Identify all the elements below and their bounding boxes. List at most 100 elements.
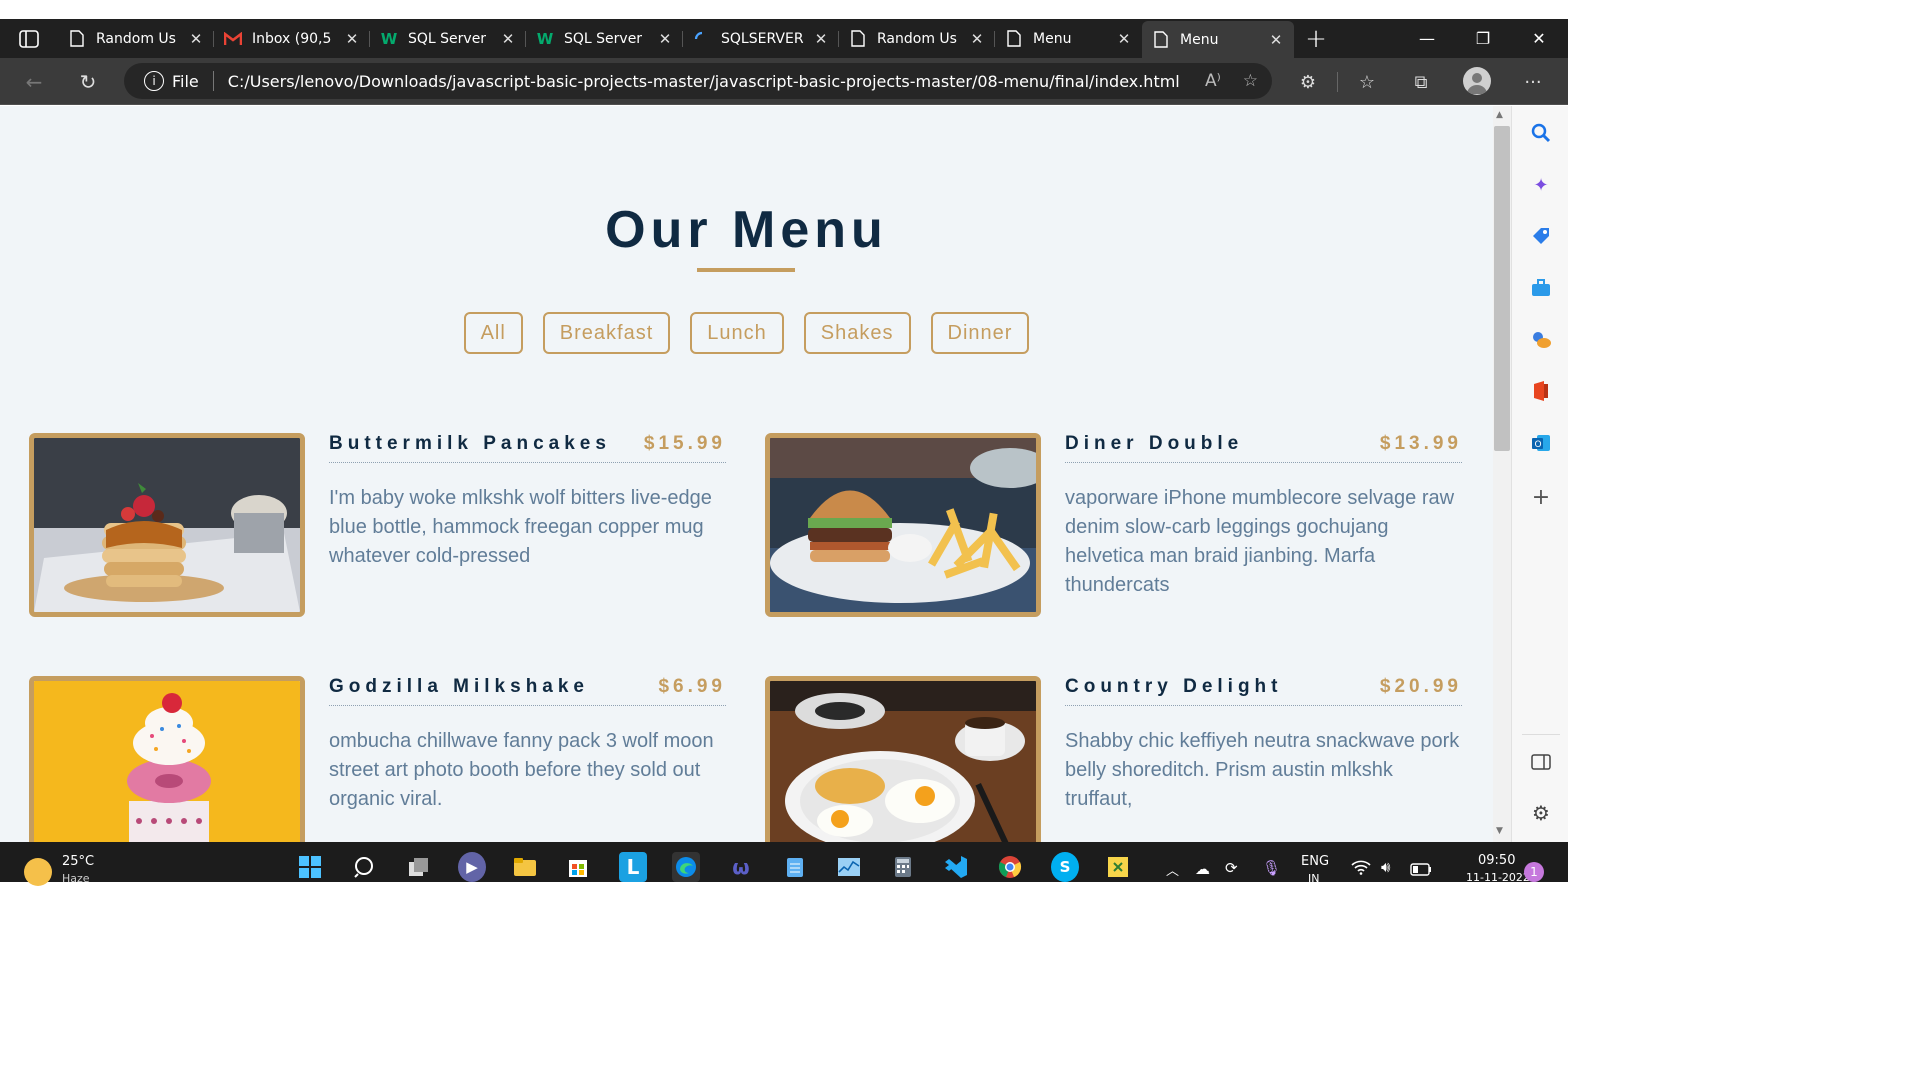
search-taskbar-icon[interactable] <box>351 852 379 882</box>
page-icon <box>1005 30 1023 48</box>
sync-icon[interactable]: ⟳ <box>1225 859 1238 877</box>
favorites-icon[interactable]: ☆ <box>1354 69 1380 95</box>
read-aloud-icon[interactable]: A⁾ <box>1205 71 1221 91</box>
filter-dinner-button[interactable]: Dinner <box>930 312 1030 354</box>
scrollbar-thumb[interactable] <box>1494 126 1510 451</box>
page-icon <box>68 30 86 48</box>
calculator-icon[interactable] <box>889 852 917 882</box>
discover-icon[interactable]: ✦ <box>1528 172 1554 198</box>
filter-breakfast-button[interactable]: Breakfast <box>542 312 671 354</box>
menu-item-info: Diner Double $13.99 vaporware iPhone mum… <box>1065 433 1462 600</box>
tab-label: Inbox (90,5 <box>252 30 332 47</box>
clock-time[interactable]: 09:50 <box>1478 853 1515 868</box>
breakfast-plate-photo <box>765 676 1041 842</box>
shopping-tag-icon[interactable] <box>1528 223 1554 249</box>
menu-item-name: Country Delight <box>1065 676 1283 697</box>
sticky-notes-icon[interactable] <box>1104 852 1132 882</box>
add-favorite-icon[interactable]: ☆ <box>1243 71 1258 91</box>
menu-item-name: Buttermilk Pancakes <box>329 433 611 454</box>
wifi-icon[interactable] <box>1351 859 1371 879</box>
edge-browser-icon[interactable] <box>672 852 700 882</box>
notepad-icon[interactable] <box>781 852 809 882</box>
tab-sql-server-1[interactable]: W SQL Server ✕ <box>370 19 526 58</box>
search-icon[interactable] <box>1528 120 1554 146</box>
menu-item-header: Diner Double $13.99 <box>1065 433 1462 463</box>
extensions-icon[interactable]: ⚙ <box>1295 69 1321 95</box>
task-view-icon[interactable] <box>405 852 433 882</box>
scheme-label: File <box>172 71 199 91</box>
volume-icon[interactable]: 🔊︎ <box>1381 858 1390 876</box>
filter-lunch-button[interactable]: Lunch <box>690 312 784 354</box>
address-bar[interactable]: i File C:/Users/lenovo/Downloads/javascr… <box>124 63 1272 99</box>
page-viewport: Our Menu All Breakfast Lunch Shakes Dinn… <box>0 106 1493 842</box>
weather-icon[interactable] <box>24 858 52 886</box>
tab-label: Menu <box>1033 30 1072 47</box>
task-manager-icon[interactable] <box>835 852 863 882</box>
tab-random-users-2[interactable]: Random Us ✕ <box>839 19 995 58</box>
menu-item: Godzilla Milkshake $6.99 ombucha chillwa… <box>29 676 729 842</box>
filter-all-button[interactable]: All <box>463 312 523 354</box>
clock-date[interactable]: 11-11-2022 <box>1466 871 1530 884</box>
start-button[interactable] <box>296 852 324 882</box>
restore-button[interactable]: ❐ <box>1455 19 1511 58</box>
menu-item: Buttermilk Pancakes $15.99 I'm baby woke… <box>29 433 729 618</box>
tab-label: Random Us <box>96 30 176 47</box>
microsoft-store-icon[interactable] <box>564 852 592 882</box>
microphone-icon[interactable]: 🎙 <box>1262 859 1281 877</box>
filter-shakes-button[interactable]: Shakes <box>803 312 911 354</box>
vscode-icon[interactable] <box>942 852 970 882</box>
close-icon[interactable]: ✕ <box>1268 31 1284 49</box>
more-menu-icon[interactable]: ··· <box>1520 69 1546 95</box>
weather-text: Haze <box>62 872 90 885</box>
page-icon <box>1152 31 1170 49</box>
hide-sidebar-icon[interactable] <box>1528 749 1554 775</box>
tab-menu-1[interactable]: Menu ✕ <box>995 19 1142 58</box>
chrome-icon[interactable] <box>996 852 1024 882</box>
l-app-icon[interactable]: L <box>619 852 647 882</box>
language-label[interactable]: ENG <box>1301 854 1329 869</box>
menu-item-price: $13.99 <box>1379 433 1462 454</box>
profile-avatar[interactable] <box>1463 67 1491 95</box>
file-explorer-icon[interactable] <box>511 852 539 882</box>
tab-sqlserver[interactable]: SQLSERVER ✕ <box>683 19 839 58</box>
tools-icon[interactable] <box>1528 275 1554 301</box>
menu-item-info: Country Delight $20.99 Shabby chic keffi… <box>1065 676 1462 814</box>
close-icon[interactable]: ✕ <box>344 30 360 48</box>
skype-icon[interactable]: S <box>1051 852 1079 882</box>
show-hidden-icons[interactable]: ︿ <box>1166 860 1179 879</box>
outlook-icon[interactable]: O <box>1528 430 1554 456</box>
tab-actions-button[interactable] <box>0 19 58 58</box>
filter-buttons: All Breakfast Lunch Shakes Dinner <box>0 312 1493 354</box>
teams-chat-icon[interactable]: ▶ <box>458 852 486 882</box>
info-icon[interactable]: i <box>144 71 164 91</box>
webex-icon[interactable]: ω <box>727 852 755 882</box>
add-sidebar-app-icon[interactable]: + <box>1528 484 1554 510</box>
onedrive-icon[interactable]: ☁ <box>1195 860 1210 878</box>
weather-temp[interactable]: 25°C <box>62 854 94 869</box>
tab-inbox[interactable]: Inbox (90,5 ✕ <box>214 19 370 58</box>
refresh-button[interactable]: ↻ <box>75 69 101 95</box>
close-icon[interactable]: ✕ <box>657 30 673 48</box>
notification-badge[interactable]: 1 <box>1524 862 1544 882</box>
settings-gear-icon[interactable]: ⚙ <box>1528 800 1554 826</box>
tab-label: SQL Server <box>564 30 643 47</box>
close-icon[interactable]: ✕ <box>500 30 516 48</box>
scroll-down-arrow-icon[interactable]: ▼ <box>1496 826 1503 836</box>
office-icon[interactable] <box>1528 378 1554 404</box>
close-icon[interactable]: ✕ <box>969 30 985 48</box>
tab-sql-server-2[interactable]: W SQL Server ✕ <box>526 19 683 58</box>
new-tab-button[interactable]: + <box>1294 19 1338 58</box>
minimize-button[interactable]: — <box>1399 19 1455 58</box>
back-button[interactable]: ← <box>21 69 47 95</box>
collections-icon[interactable]: ⧉ <box>1408 69 1434 95</box>
scroll-up-arrow-icon[interactable]: ▲ <box>1496 110 1503 120</box>
close-icon[interactable]: ✕ <box>188 30 204 48</box>
close-icon[interactable]: ✕ <box>813 30 829 48</box>
close-window-button[interactable]: ✕ <box>1511 19 1567 58</box>
games-icon[interactable] <box>1528 327 1554 353</box>
battery-icon[interactable] <box>1410 861 1432 880</box>
tab-label: SQLSERVER <box>721 30 804 47</box>
tab-random-users-1[interactable]: Random Us ✕ <box>58 19 214 58</box>
close-icon[interactable]: ✕ <box>1116 30 1132 48</box>
tab-menu-active[interactable]: Menu ✕ <box>1142 21 1294 58</box>
